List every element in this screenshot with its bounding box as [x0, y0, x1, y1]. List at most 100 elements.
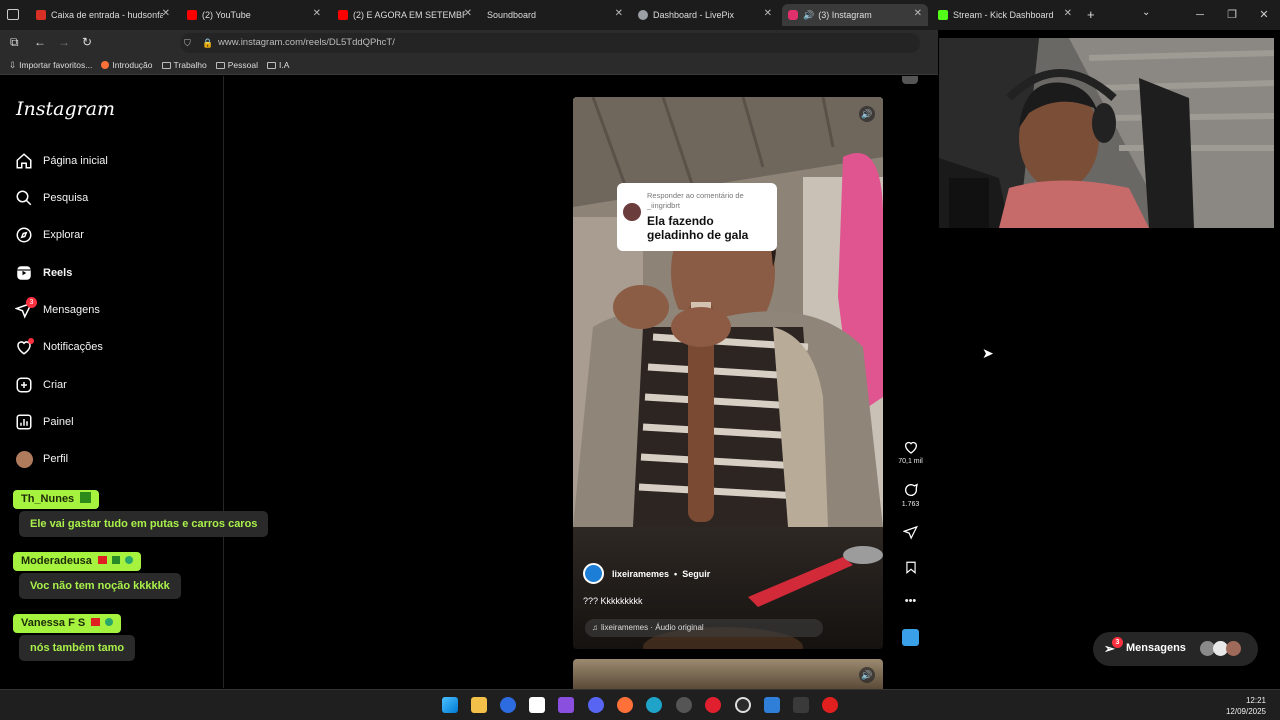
streamlabs-icon[interactable] [793, 697, 809, 713]
close-tab-icon[interactable]: ✕ [1064, 8, 1072, 19]
lock-icon[interactable]: 🔒 [202, 33, 213, 53]
chat-message-text: nós também tamo [30, 642, 125, 654]
nav-messages[interactable]: 3 Mensagens [14, 297, 100, 320]
speaker-icon[interactable]: 🔊 [859, 106, 875, 122]
tab-gmail[interactable]: Caixa de entrada - hudsonfabio ✕ [30, 4, 176, 26]
author-username[interactable]: lixeiramemes [612, 569, 669, 579]
follow-button[interactable]: Seguir [682, 569, 710, 579]
workspaces-icon[interactable]: ⧉ [10, 35, 19, 50]
nav-home[interactable]: Página inicial [14, 151, 108, 171]
tab-livepix[interactable]: Dashboard - LivePix ✕ [632, 4, 778, 26]
youtube-icon[interactable] [822, 697, 838, 713]
plus-square-icon [14, 375, 34, 395]
nav-label: Mensagens [43, 304, 100, 316]
reel-audio-link[interactable]: ♫ lixeiramemes · Áudio original [585, 619, 823, 637]
tab-youtube[interactable]: (2) YouTube ✕ [181, 4, 327, 26]
close-tab-icon[interactable]: ✕ [464, 8, 472, 19]
close-tab-icon[interactable]: ✕ [764, 8, 772, 19]
save-button[interactable] [894, 560, 927, 578]
bookmark-pessoal[interactable]: Pessoal [215, 60, 258, 70]
share-button[interactable] [894, 525, 927, 543]
tab-soundboard[interactable]: Soundboard ✕ [481, 4, 629, 26]
speaker-icon[interactable]: 🔊 [859, 667, 875, 683]
settings-gear-icon[interactable] [676, 697, 692, 713]
nav-explore[interactable]: Explorar [14, 225, 84, 245]
chat-username: Moderadeusa [13, 552, 142, 571]
messenger-icon: 3 [14, 297, 37, 320]
chat-message-text: Voc não tem noção kkkkkk [30, 580, 170, 592]
tab-title: (2) E AGORA EM SETEMBRO VA [353, 10, 465, 20]
windows-start-icon[interactable] [442, 697, 458, 713]
back-icon[interactable]: ← [34, 35, 46, 49]
close-tab-icon[interactable]: ✕ [162, 8, 170, 19]
obs-icon[interactable] [735, 697, 751, 713]
nav-reels[interactable]: Reels [14, 263, 72, 283]
avatar [1226, 641, 1241, 656]
kick-icon [938, 10, 948, 20]
edge-icon[interactable] [646, 697, 662, 713]
reload-icon[interactable]: ↻ [82, 35, 92, 49]
restore-icon[interactable]: ❐ [1216, 0, 1248, 30]
bookmark-ia[interactable]: I.A [267, 60, 289, 70]
tab-kick[interactable]: Stream - Kick Dashboard ✕ [932, 4, 1078, 26]
comment-text: Ela fazendo geladinho de gala [647, 214, 749, 242]
bookmark-import[interactable]: ⇩ Importar favoritos... [9, 60, 92, 71]
nav-create[interactable]: Criar [14, 375, 67, 395]
bookmark-introducao[interactable]: Introdução [101, 60, 153, 70]
vscode-icon[interactable] [764, 697, 780, 713]
messages-label: Mensagens [1126, 642, 1186, 654]
tab-title: Dashboard - LivePix [653, 10, 735, 20]
chat-message: Voc não tem noção kkkkkk [19, 573, 181, 599]
instagram-logo[interactable]: Instagram [16, 98, 115, 120]
chat-username: Vanessa F S [13, 614, 122, 633]
notification-dot [28, 338, 34, 344]
audio-thumbnail[interactable] [902, 629, 919, 646]
speaker-icon[interactable]: 🔊 [803, 10, 814, 21]
close-tab-icon[interactable]: ✕ [615, 8, 623, 19]
tab-instagram[interactable]: 🔊 (3) Instagram ✕ [782, 4, 928, 26]
taskbar: 12:21 12/09/2025 [0, 689, 1280, 720]
nav-notifications[interactable]: Notificações [14, 337, 103, 357]
new-tab-button[interactable]: + [1087, 7, 1095, 22]
file-explorer-icon[interactable] [471, 697, 487, 713]
opera-icon[interactable] [705, 697, 721, 713]
messages-pill[interactable]: ➢ 3 Mensagens [1093, 632, 1258, 666]
close-window-icon[interactable]: ✕ [1248, 0, 1280, 30]
compass-icon [14, 225, 34, 245]
tab-title: Caixa de entrada - hudsonfabio [51, 10, 163, 20]
nav-label: Notificações [43, 341, 103, 353]
author-avatar[interactable] [583, 563, 604, 584]
reel-video-frame [573, 97, 883, 527]
tracking-shield-icon[interactable]: ⛉ [184, 33, 191, 53]
more-options-button[interactable]: ••• [894, 595, 927, 607]
next-reel-preview[interactable]: 🔊 [573, 659, 883, 689]
avatar [14, 449, 34, 469]
url-field[interactable]: ⛉ 🔒 www.instagram.com/reels/DL5TddQPhcT/ [180, 33, 920, 53]
minimize-icon[interactable]: ─ [1184, 0, 1216, 30]
clock-time: 12:21 [1245, 696, 1266, 705]
tab-list-chevron-icon[interactable]: ⌄ [1142, 7, 1150, 18]
nav-search[interactable]: Pesquisa [14, 188, 88, 208]
like-button[interactable]: 70,1 mil [894, 439, 927, 465]
url-text: www.instagram.com/reels/DL5TddQPhcT/ [218, 37, 395, 48]
todo-icon[interactable] [500, 697, 516, 713]
livepix-icon [638, 10, 648, 20]
folder-icon [215, 61, 225, 69]
close-tab-icon[interactable]: ✕ [914, 8, 922, 19]
firefox-icon[interactable] [617, 697, 633, 713]
bookmark-label: Introdução [112, 60, 153, 70]
system-clock[interactable]: 12:21 12/09/2025 [1226, 695, 1266, 717]
close-tab-icon[interactable]: ✕ [313, 8, 321, 19]
reel-caption[interactable]: ??? Kkkkkkkkk [583, 596, 643, 606]
canva-icon[interactable] [558, 697, 574, 713]
nav-dashboard[interactable]: Painel [14, 412, 74, 432]
comment-button[interactable]: 1.763 [894, 482, 927, 508]
tab-youtube-video[interactable]: (2) E AGORA EM SETEMBRO VA ✕ [332, 4, 478, 26]
separator-dot: • [674, 568, 678, 579]
discord-icon[interactable] [588, 697, 604, 713]
tab-actions-icon[interactable] [7, 9, 19, 20]
nav-profile[interactable]: Perfil [14, 449, 68, 469]
forward-icon[interactable]: → [58, 35, 70, 49]
bookmark-trabalho[interactable]: Trabalho [161, 60, 207, 70]
notion-icon[interactable] [529, 697, 545, 713]
